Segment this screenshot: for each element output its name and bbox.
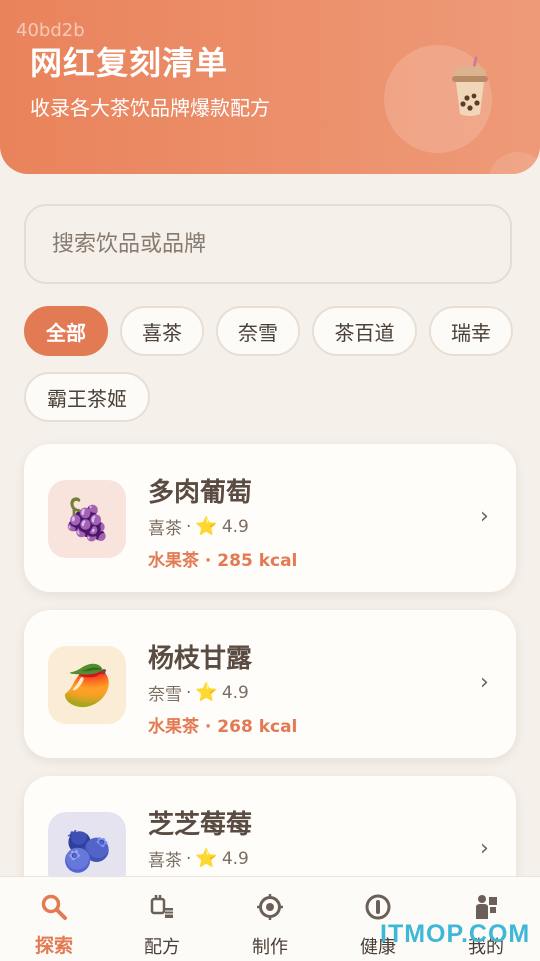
- chip-label: 奈雪: [238, 320, 278, 345]
- filter-chip-all[interactable]: 全部: [24, 306, 108, 356]
- separator: ·: [186, 848, 192, 869]
- brand-name: 奈雪: [148, 685, 182, 705]
- search-input[interactable]: [50, 230, 474, 258]
- tab-explore[interactable]: 探索: [0, 877, 108, 961]
- grape-icon: 🍇: [62, 496, 112, 543]
- chip-label: 全部: [46, 320, 86, 345]
- filter-chip-heytea[interactable]: 喜茶: [120, 306, 204, 356]
- page-subtitle: 收录各大茶饮品牌爆款配方: [30, 96, 270, 120]
- drink-category-calories: 水果茶 · 285 kcal: [148, 551, 298, 571]
- search-box[interactable]: [24, 204, 512, 284]
- drink-card[interactable]: 🍇 多肉葡萄 喜茶 · ⭐ 4.9 水果茶 · 285 kcal ›: [24, 444, 516, 592]
- search-icon: [41, 894, 67, 920]
- profile-icon: [476, 895, 497, 919]
- chip-label: 喜茶: [142, 320, 182, 345]
- drink-category-calories: 水果茶 · 268 kcal: [148, 717, 298, 737]
- mango-icon: 🥭: [62, 662, 112, 709]
- separator: ·: [186, 682, 192, 703]
- rating-value: 4.9: [221, 848, 249, 869]
- page-title: 网红复刻清单: [30, 44, 229, 82]
- brand-name: 喜茶: [148, 519, 182, 539]
- separator: ·: [186, 516, 192, 537]
- filter-chip-nayuki[interactable]: 奈雪: [216, 306, 300, 356]
- drink-thumbnail: 🥭: [48, 646, 126, 724]
- decorative-circle: [488, 152, 540, 174]
- drink-name: 多肉葡萄: [148, 478, 253, 508]
- chip-label: 茶百道: [334, 320, 395, 345]
- brand-name: 喜茶: [148, 851, 182, 871]
- health-icon: [365, 894, 391, 920]
- tab-label: 配方: [144, 937, 180, 958]
- star-icon: ⭐: [195, 848, 218, 869]
- chip-label: 瑞幸: [451, 320, 491, 345]
- drink-name: 芝芝莓莓: [148, 810, 253, 840]
- star-icon: ⭐: [195, 682, 218, 703]
- tab-label: 制作: [252, 937, 288, 958]
- tab-label: 探索: [34, 935, 73, 957]
- chip-label: 霸王茶姬: [47, 386, 127, 411]
- star-icon: ⭐: [195, 516, 218, 537]
- drink-thumbnail: 🍇: [48, 480, 126, 558]
- filter-chip-chagee[interactable]: 霸王茶姬: [24, 372, 150, 422]
- filter-chip-luckin[interactable]: 瑞幸: [429, 306, 513, 356]
- rating-value: 4.9: [221, 682, 249, 703]
- tab-recipes[interactable]: 配方: [108, 877, 216, 961]
- chevron-right-icon: ›: [480, 670, 489, 695]
- bubble-tea-icon: [452, 56, 488, 116]
- drink-name: 杨枝甘露: [148, 644, 253, 674]
- header-banner: 40bd2b 网红复刻清单 收录各大茶饮品牌爆款配方: [0, 0, 540, 174]
- filter-chip-chabaidao[interactable]: 茶百道: [312, 306, 417, 356]
- drink-meta: 奈雪 · ⭐ 4.9: [148, 680, 249, 705]
- chevron-right-icon: ›: [480, 836, 489, 861]
- target-icon: [257, 894, 283, 920]
- blueberry-icon: 🫐: [62, 828, 112, 875]
- drink-meta: 喜茶 · ⭐ 4.9: [148, 846, 249, 871]
- chevron-right-icon: ›: [480, 504, 489, 529]
- recipe-icon: [150, 895, 173, 918]
- drink-meta: 喜茶 · ⭐ 4.9: [148, 514, 249, 539]
- drink-card[interactable]: 🥭 杨枝甘露 奈雪 · ⭐ 4.9 水果茶 · 268 kcal ›: [24, 610, 516, 758]
- rating-value: 4.9: [221, 516, 249, 537]
- site-watermark: ITMOP.COM: [380, 920, 531, 948]
- tab-make[interactable]: 制作: [216, 877, 324, 961]
